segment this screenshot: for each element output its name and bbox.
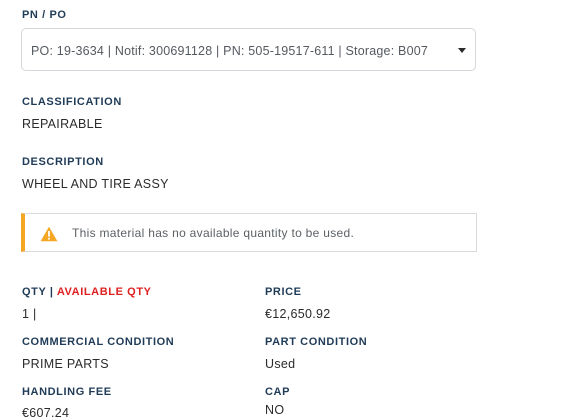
part-condition-value: Used	[265, 357, 296, 371]
description-value: WHEEL AND TIRE ASSY	[22, 177, 169, 191]
qty-label-text: QTY	[22, 286, 47, 298]
classification-value: REPAIRABLE	[22, 117, 103, 131]
price-value: €12,650.92	[265, 307, 331, 321]
handling-fee-value: €607.24	[22, 406, 70, 418]
commercial-condition-value: PRIME PARTS	[22, 357, 109, 371]
no-quantity-alert: This material has no available quantity …	[21, 213, 477, 252]
pn-po-selected-value: PO: 19-3634 | Notif: 300691128 | PN: 505…	[31, 44, 429, 58]
alert-message: This material has no available quantity …	[72, 226, 355, 240]
price-label: PRICE	[265, 286, 302, 298]
classification-label: CLASSIFICATION	[22, 96, 122, 108]
description-label: DESCRIPTION	[22, 156, 104, 168]
qty-label: QTY | AVAILABLE QTY	[22, 286, 152, 298]
handling-fee-label: HANDLING FEE	[22, 386, 112, 398]
part-condition-label: PART CONDITION	[265, 336, 368, 348]
available-qty-label: AVAILABLE QTY	[56, 286, 152, 298]
qty-label-separator: |	[46, 286, 57, 298]
qty-value: 1 |	[22, 307, 37, 321]
cap-value: NO	[265, 403, 285, 417]
cap-label: CAP	[265, 386, 291, 398]
caret-down-icon[interactable]	[458, 48, 466, 53]
pn-po-select[interactable]: PO: 19-3634 | Notif: 300691128 | PN: 505…	[21, 28, 476, 71]
material-detail-panel: PN / PO PO: 19-3634 | Notif: 300691128 |…	[0, 0, 563, 418]
commercial-condition-label: COMMERCIAL CONDITION	[22, 336, 175, 348]
warning-icon	[40, 226, 58, 242]
pn-po-label: PN / PO	[22, 9, 67, 21]
